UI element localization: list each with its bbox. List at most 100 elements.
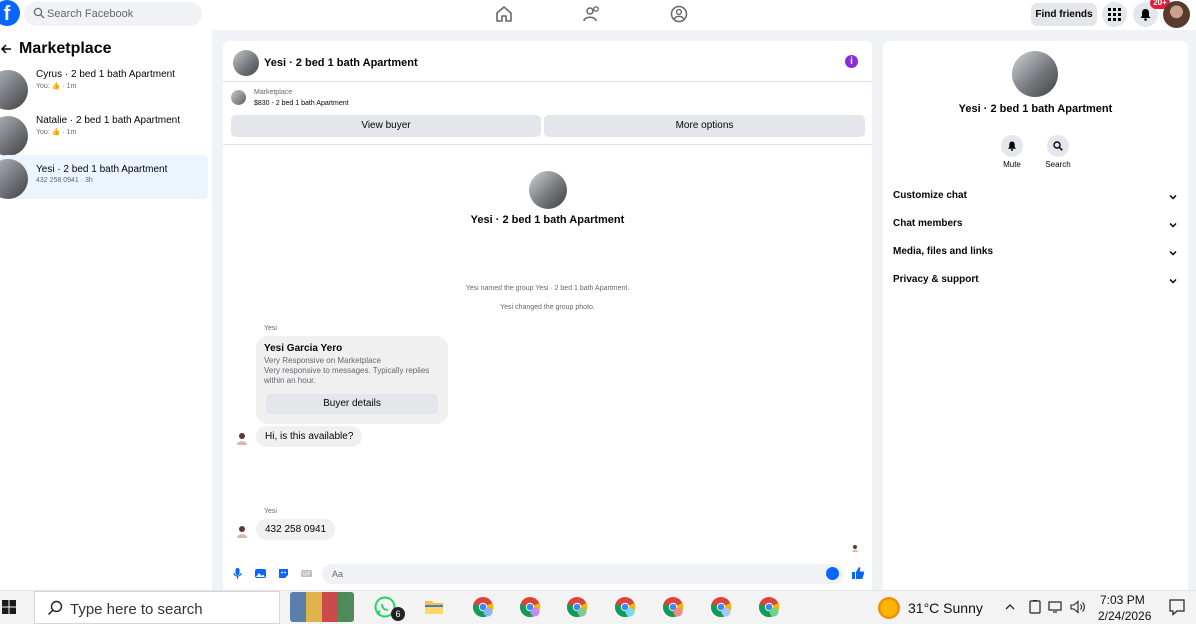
- chrome-icon[interactable]: [662, 596, 684, 618]
- chrome-icon[interactable]: [519, 596, 541, 618]
- notification-center-icon[interactable]: [1168, 598, 1186, 616]
- message-input[interactable]: Aa: [322, 564, 844, 584]
- group-avatar: [529, 171, 567, 209]
- clock-date[interactable]: 2/24/2026: [1098, 609, 1151, 623]
- sticker-icon[interactable]: [277, 567, 290, 580]
- message-bubble[interactable]: 432 258 0941: [256, 519, 336, 540]
- emoji-icon[interactable]: [826, 567, 839, 580]
- chrome-icon[interactable]: [472, 596, 494, 618]
- page-title: Marketplace: [19, 40, 112, 57]
- bell-icon: [1140, 9, 1151, 21]
- sender-label: Yesi: [264, 325, 277, 332]
- conversation-preview: You: 👍 · 1m: [36, 129, 77, 136]
- network-icon[interactable]: [1048, 600, 1062, 614]
- chevron-down-icon[interactable]: [1168, 248, 1178, 258]
- chrome-icon[interactable]: [566, 596, 588, 618]
- conversation-name: Cyrus · 2 bed 1 bath Apartment: [36, 69, 175, 80]
- friends-icon[interactable]: [582, 4, 602, 24]
- conversation-item-active[interactable]: Yesi · 2 bed 1 bath Apartment 432 258 09…: [0, 155, 208, 199]
- search-facebook-input[interactable]: Search Facebook: [24, 2, 202, 26]
- search-placeholder: Search Facebook: [47, 8, 134, 20]
- chrome-icon[interactable]: [614, 596, 636, 618]
- battery-icon[interactable]: [1028, 600, 1042, 614]
- details-title: Yesi · 2 bed 1 bath Apartment: [958, 103, 1113, 115]
- buyer-card: Yesi Garcia Yero Very Responsive on Mark…: [256, 336, 448, 424]
- divider: [223, 144, 872, 145]
- like-icon[interactable]: [851, 566, 865, 580]
- whatsapp-badge: 6: [391, 607, 405, 621]
- conversation-name: Yesi · 2 bed 1 bath Apartment: [36, 164, 168, 175]
- privacy-support-row[interactable]: Privacy & support: [893, 274, 979, 285]
- search-label: Search: [1045, 160, 1071, 169]
- chevron-down-icon[interactable]: [1168, 220, 1178, 230]
- details-avatar: [1012, 51, 1058, 97]
- buyer-response-time: Very responsive to messages. Typically r…: [264, 366, 430, 385]
- menu-button[interactable]: [1102, 2, 1127, 27]
- marketplace-label: Marketplace: [254, 89, 293, 96]
- read-receipt-icon: [852, 545, 858, 552]
- message-input-placeholder: Aa: [332, 569, 344, 579]
- profile-avatar[interactable]: [1163, 1, 1190, 28]
- file-explorer-icon[interactable]: [423, 596, 445, 618]
- chat-avatar[interactable]: [233, 50, 259, 76]
- system-message: Yesi named the group Yesi · 2 bed 1 bath…: [465, 285, 630, 292]
- find-friends-button[interactable]: Find friends: [1031, 3, 1097, 26]
- grid-menu-icon: [1108, 8, 1121, 21]
- buyer-responsive-label: Very Responsive on Marketplace: [264, 356, 381, 365]
- message-bubble[interactable]: Hi, is this available?: [256, 426, 363, 447]
- weather-sun-icon[interactable]: [878, 597, 900, 619]
- bell-icon: [1008, 141, 1016, 151]
- conversation-preview: You: 👍 · 1m: [36, 83, 77, 90]
- info-icon[interactable]: i: [845, 55, 858, 68]
- photo-icon[interactable]: [254, 567, 267, 580]
- chat-details-panel: [883, 41, 1188, 590]
- sender-avatar-icon: [237, 526, 247, 538]
- search-icon: [47, 600, 63, 616]
- taskbar-search-input[interactable]: Type here to search: [34, 591, 280, 624]
- sender-avatar-icon: [237, 433, 247, 445]
- chrome-icon[interactable]: [710, 596, 732, 618]
- buyer-details-button[interactable]: Buyer details: [266, 394, 438, 414]
- gif-icon[interactable]: GIF: [300, 567, 313, 580]
- chevron-down-icon[interactable]: [1168, 276, 1178, 286]
- sender-label: Yesi: [264, 508, 277, 515]
- chevron-up-icon[interactable]: [1004, 601, 1016, 613]
- clock-time[interactable]: 7:03 PM: [1100, 593, 1145, 607]
- more-options-button[interactable]: More options: [544, 115, 865, 137]
- chat-title[interactable]: Yesi · 2 bed 1 bath Apartment: [264, 57, 418, 69]
- media-files-links-row[interactable]: Media, files and links: [893, 246, 993, 257]
- search-icon: [33, 7, 45, 19]
- home-icon[interactable]: [494, 4, 514, 24]
- group-title: Yesi · 2 bed 1 bath Apartment: [470, 214, 625, 226]
- microphone-icon[interactable]: [231, 567, 244, 580]
- taskbar-news-widget-icon[interactable]: [290, 592, 354, 622]
- search-conversation-button[interactable]: [1047, 135, 1069, 157]
- chevron-down-icon[interactable]: [1168, 192, 1178, 202]
- weather-status[interactable]: 31°C Sunny: [908, 600, 983, 616]
- mute-button[interactable]: [1001, 135, 1023, 157]
- volume-icon[interactable]: [1070, 600, 1086, 614]
- customize-chat-row[interactable]: Customize chat: [893, 190, 967, 201]
- conversation-item[interactable]: Natalie · 2 bed 1 bath Apartment You: 👍 …: [0, 110, 208, 156]
- system-message: Yesi changed the group photo.: [500, 304, 595, 311]
- conversation-preview: 432 258 0941 · 3h: [36, 177, 93, 184]
- conversation-name: Natalie · 2 bed 1 bath Apartment: [36, 115, 180, 126]
- chrome-icon[interactable]: [758, 596, 780, 618]
- back-arrow-icon[interactable]: [0, 43, 12, 55]
- conversation-avatar: [0, 159, 28, 199]
- taskbar-search-placeholder: Type here to search: [70, 601, 203, 618]
- search-icon: [1053, 141, 1063, 151]
- conversation-avatar: [0, 70, 28, 110]
- view-buyer-button[interactable]: View buyer: [231, 115, 541, 137]
- listing-avatar: [231, 90, 246, 105]
- mute-label: Mute: [1003, 160, 1021, 169]
- windows-start-icon[interactable]: [2, 600, 16, 614]
- divider: [223, 81, 872, 82]
- conversation-item[interactable]: Cyrus · 2 bed 1 bath Apartment You: 👍 · …: [0, 64, 208, 110]
- chat-members-row[interactable]: Chat members: [893, 218, 962, 229]
- groups-icon[interactable]: [669, 4, 689, 24]
- listing-price[interactable]: $830 - 2 bed 1 bath Apartment: [254, 100, 349, 107]
- buyer-name: Yesi Garcia Yero: [264, 343, 343, 354]
- conversation-avatar: [0, 116, 28, 156]
- svg-text:GIF: GIF: [302, 572, 310, 578]
